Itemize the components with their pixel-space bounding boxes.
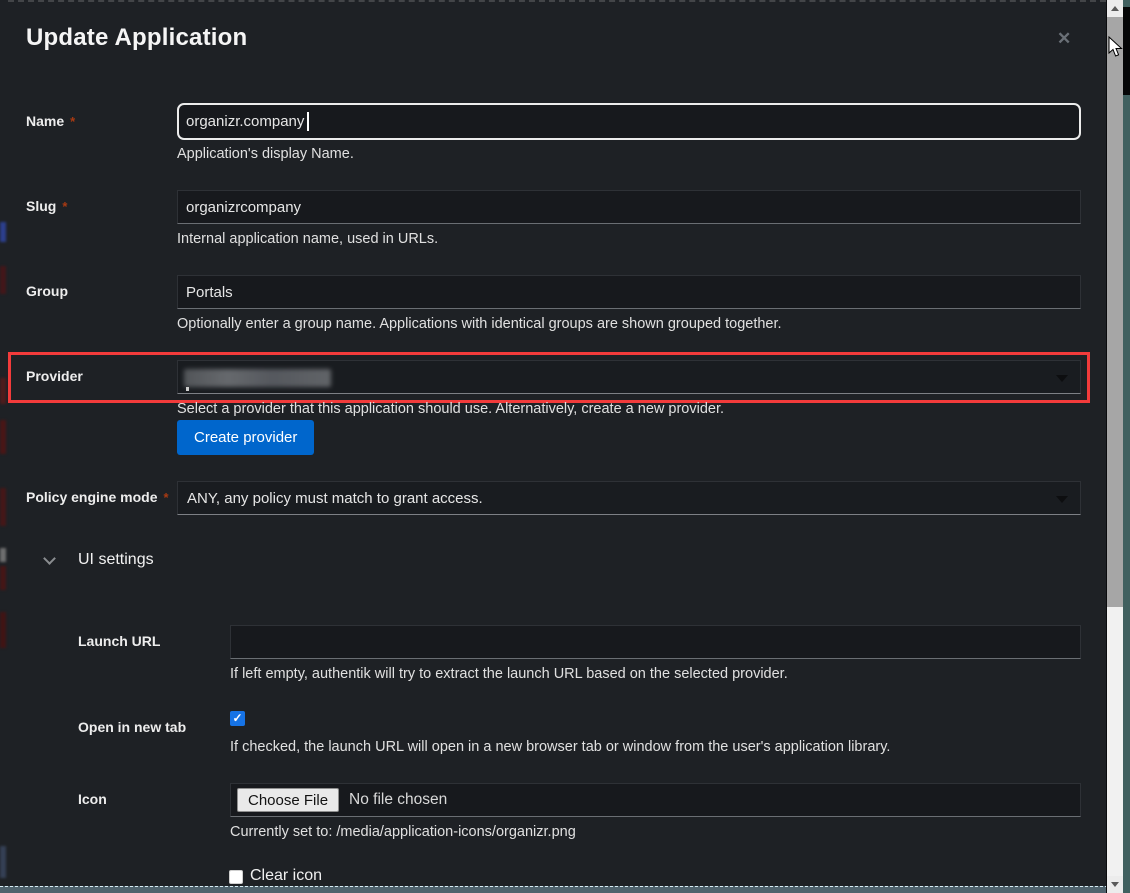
required-asterisk: * — [62, 199, 67, 214]
policy-engine-mode-label-text: Policy engine mode — [26, 489, 157, 505]
redacted-provider-dot — [186, 387, 189, 391]
launch-url-label-text: Launch URL — [78, 633, 160, 649]
chevron-down-icon — [43, 552, 56, 565]
launch-url-help: If left empty, authentik will try to ext… — [230, 666, 788, 682]
provider-help: Select a provider that this application … — [177, 401, 724, 417]
chevron-down-icon — [1056, 496, 1068, 503]
group-label: Group — [26, 283, 68, 299]
provider-select[interactable] — [177, 360, 1081, 394]
mouse-cursor — [1108, 36, 1124, 58]
arrow-up-icon — [1111, 6, 1119, 11]
policy-engine-mode-value: ANY, any policy must match to grant acce… — [187, 490, 483, 507]
icon-label: Icon — [78, 791, 107, 807]
ui-settings-toggle[interactable]: UI settings — [45, 551, 154, 569]
group-label-text: Group — [26, 283, 68, 299]
name-input[interactable] — [177, 103, 1081, 140]
clear-icon-label: Clear icon — [250, 867, 322, 885]
launch-url-input[interactable] — [230, 625, 1081, 659]
group-input[interactable] — [177, 275, 1081, 309]
name-label: Name * — [26, 113, 75, 129]
icon-file-input: Choose File No file chosen — [230, 783, 1081, 817]
background-artifact — [0, 488, 6, 526]
modal-title: Update Application — [26, 24, 247, 52]
background-artifact — [0, 420, 6, 454]
required-asterisk: * — [163, 490, 168, 505]
policy-engine-mode-label: Policy engine mode * — [26, 489, 169, 505]
provider-label-text: Provider — [26, 368, 83, 384]
arrow-down-icon — [1111, 882, 1119, 887]
background-artifact — [0, 612, 6, 648]
background-artifact — [0, 846, 6, 878]
launch-url-label: Launch URL — [78, 633, 160, 649]
redacted-provider-value — [184, 369, 331, 387]
ui-settings-section-label: UI settings — [78, 551, 154, 569]
create-provider-button[interactable]: Create provider — [177, 420, 314, 455]
file-status-text: No file chosen — [349, 791, 447, 809]
open-in-new-tab-help: If checked, the launch URL will open in … — [230, 739, 890, 755]
policy-engine-mode-select[interactable]: ANY, any policy must match to grant acce… — [177, 481, 1081, 515]
clear-icon-checkbox[interactable] — [229, 870, 243, 884]
modal-top-edge — [8, 0, 1106, 2]
background-artifact — [0, 222, 6, 242]
name-help: Application's display Name. — [177, 146, 354, 162]
provider-label: Provider — [26, 368, 83, 384]
close-icon[interactable]: ✕ — [1057, 30, 1071, 47]
background-artifact — [0, 266, 6, 294]
background-artifact — [0, 378, 6, 404]
background-artifact — [0, 566, 6, 590]
text-cursor — [307, 112, 309, 131]
scrollbar-down-button[interactable] — [1107, 876, 1123, 893]
scrollbar-thumb[interactable] — [1107, 17, 1123, 607]
open-in-new-tab-label: Open in new tab — [78, 719, 186, 735]
required-asterisk: * — [70, 114, 75, 129]
background-artifact — [0, 548, 6, 562]
group-help: Optionally enter a group name. Applicati… — [177, 316, 782, 332]
choose-file-button[interactable]: Choose File — [237, 788, 339, 812]
open-in-new-tab-label-text: Open in new tab — [78, 719, 186, 735]
slug-help: Internal application name, used in URLs. — [177, 231, 438, 247]
name-label-text: Name — [26, 113, 64, 129]
update-application-modal: Update Application ✕ Name * Application's… — [0, 0, 1130, 893]
chevron-down-icon — [1056, 375, 1068, 382]
slug-label-text: Slug — [26, 198, 56, 214]
slug-label: Slug * — [26, 198, 67, 214]
scrollbar-up-button[interactable] — [1107, 0, 1123, 17]
icon-help: Currently set to: /media/application-ico… — [230, 824, 576, 840]
slug-input[interactable] — [177, 190, 1081, 224]
modal-bottom-edge — [0, 886, 1123, 893]
window-right-edge — [1123, 0, 1130, 893]
window-right-edge-dark — [1123, 7, 1130, 95]
open-in-new-tab-checkbox[interactable]: ✓ — [230, 711, 245, 726]
icon-label-text: Icon — [78, 791, 107, 807]
